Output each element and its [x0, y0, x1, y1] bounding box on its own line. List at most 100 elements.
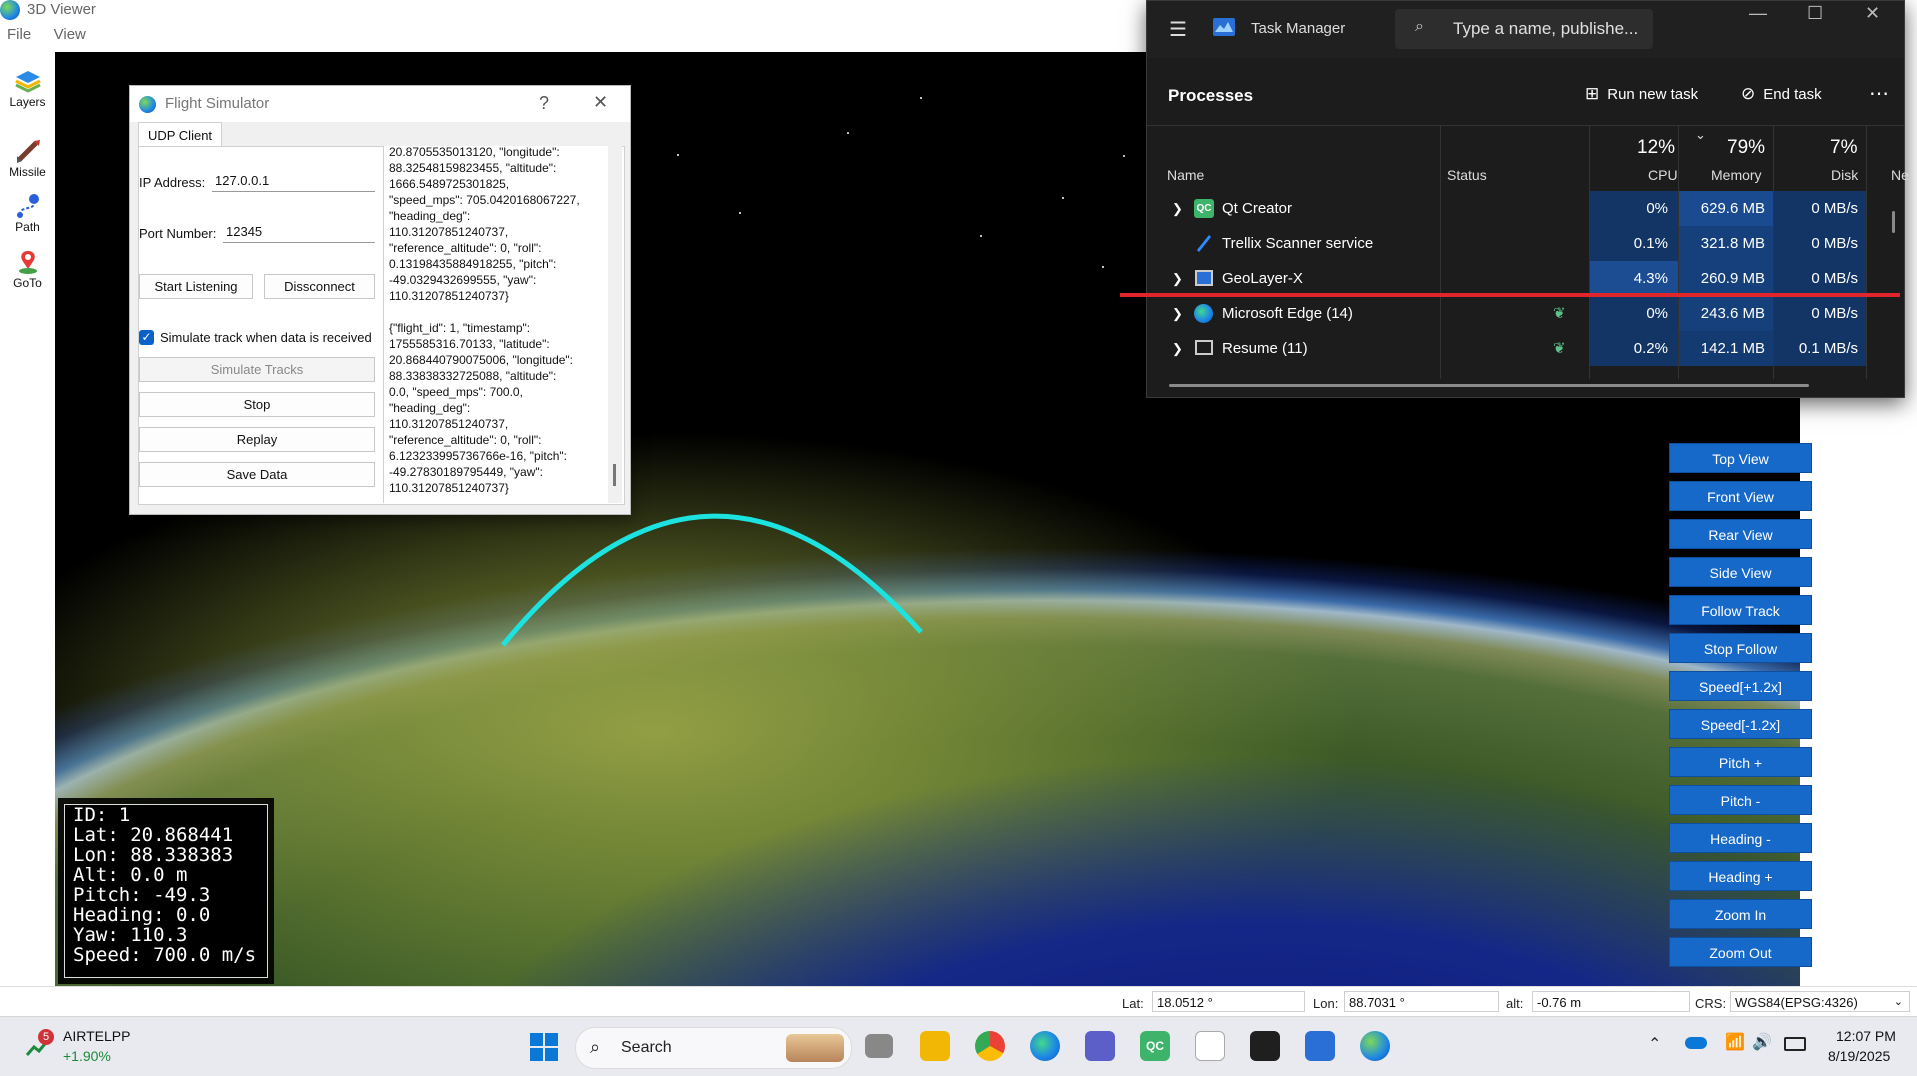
- process-memory: 629.6 MB: [1700, 200, 1765, 217]
- expand-chevron-icon[interactable]: ❯: [1172, 261, 1183, 296]
- hud-heading: Heading: 0.0: [73, 904, 211, 926]
- follow-track-button[interactable]: Follow Track: [1669, 595, 1812, 625]
- task-manager-app-icon: [1213, 18, 1235, 36]
- disconnect-button[interactable]: Dissconnect: [264, 274, 375, 299]
- column-cpu[interactable]: CPU: [1648, 167, 1678, 183]
- start-listening-button[interactable]: Start Listening: [139, 274, 253, 299]
- process-cpu: 0%: [1646, 200, 1668, 217]
- toolbar-missile-button[interactable]: Missile: [0, 138, 55, 179]
- expand-chevron-icon[interactable]: ❯: [1172, 191, 1183, 226]
- pitch-up-button[interactable]: Pitch +: [1669, 747, 1812, 777]
- ip-address-field[interactable]: 127.0.0.1: [212, 170, 375, 192]
- menu-view[interactable]: View: [54, 26, 86, 43]
- simulate-track-checkbox[interactable]: ✓: [139, 330, 154, 345]
- process-row-trellix[interactable]: Trellix Scanner service 0.1% 321.8 MB 0 …: [1147, 226, 1904, 261]
- save-data-button[interactable]: Save Data: [139, 462, 375, 487]
- process-row-geolayer-x[interactable]: ❯ GeoLayer-X 4.3% 260.9 MB 0 MB/s: [1147, 261, 1904, 296]
- status-lon-field: 88.7031 °: [1344, 991, 1499, 1012]
- stock-name: AIRTELPP: [63, 1028, 131, 1044]
- end-task-icon: ⊘: [1741, 84, 1756, 103]
- task-manager-icon[interactable]: [1305, 1031, 1335, 1061]
- process-row-resume[interactable]: ❯ Resume (11) ❦ 0.2% 142.1 MB 0.1 MB/s: [1147, 331, 1904, 366]
- vertical-scrollbar[interactable]: [1892, 211, 1895, 233]
- stock-widget-icon[interactable]: 5: [24, 1029, 54, 1061]
- globe-app-icon[interactable]: [1360, 1031, 1390, 1061]
- onedrive-icon[interactable]: [1685, 1037, 1707, 1049]
- column-disk[interactable]: Disk: [1831, 167, 1858, 183]
- tab-udp-client[interactable]: UDP Client: [138, 122, 222, 148]
- close-button[interactable]: ✕: [1865, 3, 1880, 24]
- pitch-down-button[interactable]: Pitch -: [1669, 785, 1812, 815]
- expand-chevron-icon[interactable]: ❯: [1172, 296, 1183, 331]
- chrome-icon[interactable]: [975, 1031, 1005, 1061]
- maximize-button[interactable]: ☐: [1807, 3, 1823, 24]
- column-status[interactable]: Status: [1447, 167, 1487, 183]
- run-new-task-button[interactable]: ⊞ Run new task: [1585, 84, 1698, 104]
- hud-yaw: Yaw: 110.3: [73, 924, 188, 946]
- hamburger-menu-icon[interactable]: ☰: [1169, 17, 1187, 42]
- stop-follow-button[interactable]: Stop Follow: [1669, 633, 1812, 663]
- toolbar-layers-label: Layers: [9, 95, 46, 109]
- store-icon[interactable]: [1195, 1031, 1225, 1061]
- log-scrollbar[interactable]: [608, 146, 622, 503]
- stock-change: +1.90%: [63, 1048, 111, 1064]
- clock-date[interactable]: 8/19/2025: [1828, 1048, 1890, 1064]
- heading-minus-button[interactable]: Heading -: [1669, 823, 1812, 853]
- stop-button[interactable]: Stop: [139, 392, 375, 417]
- speed-down-button[interactable]: Speed[-1.2x]: [1669, 709, 1812, 739]
- top-view-button[interactable]: Top View: [1669, 443, 1812, 473]
- chevron-up-icon[interactable]: ⌃: [1648, 1034, 1661, 1054]
- column-name[interactable]: Name: [1167, 167, 1204, 183]
- terminal-icon[interactable]: [1250, 1031, 1280, 1061]
- front-view-button[interactable]: Front View: [1669, 481, 1812, 511]
- task-view-icon[interactable]: [865, 1034, 893, 1058]
- close-button[interactable]: ✕: [593, 92, 608, 113]
- minimize-button[interactable]: —: [1749, 3, 1767, 24]
- menu-file[interactable]: File: [7, 26, 31, 43]
- toolbar-path-label: Path: [15, 220, 40, 234]
- speed-up-button[interactable]: Speed[+1.2x]: [1669, 671, 1812, 701]
- horizontal-scrollbar[interactable]: [1169, 384, 1809, 387]
- header-divider: [1147, 125, 1904, 126]
- heading-plus-button[interactable]: Heading +: [1669, 861, 1812, 891]
- process-row-qt-creator[interactable]: ❯ QC Qt Creator 0% 629.6 MB 0 MB/s: [1147, 191, 1904, 226]
- log-scrollbar-thumb[interactable]: [613, 464, 616, 486]
- side-view-button[interactable]: Side View: [1669, 557, 1812, 587]
- udp-log-panel[interactable]: 20.8705535013120, "longitude": 88.325481…: [383, 145, 608, 503]
- crs-select[interactable]: WGS84(EPSG:4326) ⌄: [1730, 991, 1910, 1012]
- toolbar-path-button[interactable]: Path: [0, 193, 55, 234]
- battery-icon[interactable]: [1784, 1037, 1806, 1051]
- zoom-out-button[interactable]: Zoom Out: [1669, 937, 1812, 967]
- column-network[interactable]: Ne: [1891, 167, 1909, 183]
- search-icon: ⌕: [1415, 18, 1424, 35]
- process-row-edge[interactable]: ❯ Microsoft Edge (14) ❦ 0% 243.6 MB 0 MB…: [1147, 296, 1904, 331]
- taskbar-search-box[interactable]: ⌕ Search: [575, 1027, 852, 1069]
- expand-chevron-icon[interactable]: ❯: [1172, 331, 1183, 366]
- end-task-button[interactable]: ⊘ End task: [1741, 84, 1822, 104]
- cpu-total: 12%: [1637, 137, 1676, 158]
- wifi-icon[interactable]: 📶: [1725, 1032, 1745, 1052]
- crs-select-value: WGS84(EPSG:4326): [1735, 995, 1858, 1010]
- menu-bar: File View: [0, 26, 104, 48]
- volume-icon[interactable]: 🔊: [1752, 1032, 1772, 1052]
- qt-creator-icon[interactable]: QC: [1140, 1031, 1170, 1061]
- teams-icon[interactable]: [1085, 1031, 1115, 1061]
- simulate-tracks-button[interactable]: Simulate Tracks: [139, 357, 375, 382]
- rear-view-button[interactable]: Rear View: [1669, 519, 1812, 549]
- clock-time[interactable]: 12:07 PM: [1836, 1028, 1896, 1044]
- toolbar-layers-button[interactable]: Layers: [0, 68, 55, 109]
- more-options-icon[interactable]: ⋯: [1869, 81, 1889, 106]
- column-memory[interactable]: Memory: [1711, 167, 1762, 183]
- port-number-field[interactable]: 12345: [223, 221, 375, 243]
- search-highlight-image: [786, 1034, 844, 1062]
- flight-hud: ID: 1 Lat: 20.868441 Lon: 88.338383 Alt:…: [64, 804, 268, 978]
- process-memory: 142.1 MB: [1700, 340, 1765, 357]
- file-explorer-icon[interactable]: [920, 1031, 950, 1061]
- process-search-input[interactable]: ⌕ Type a name, publishe...: [1395, 9, 1653, 49]
- replay-button[interactable]: Replay: [139, 427, 375, 452]
- zoom-in-button[interactable]: Zoom In: [1669, 899, 1812, 929]
- start-button[interactable]: [529, 1032, 559, 1062]
- toolbar-goto-button[interactable]: GoTo: [0, 249, 55, 290]
- edge-icon[interactable]: [1030, 1031, 1060, 1061]
- help-button[interactable]: ?: [539, 93, 549, 114]
